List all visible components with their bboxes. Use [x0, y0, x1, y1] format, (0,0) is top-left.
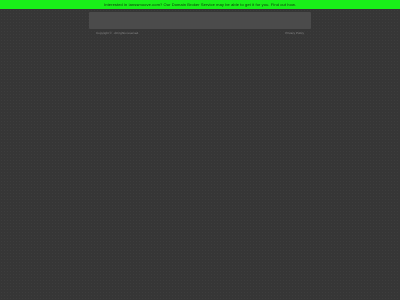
privacy-policy-link[interactable]: Privacy Policy: [285, 31, 304, 35]
copyright-text: Copyright © . All rights reserved.: [96, 31, 140, 35]
domain-broker-banner[interactable]: Interested in ianssmoove.com? Our Domain…: [0, 0, 400, 9]
domain-broker-banner-text[interactable]: Interested in ianssmoove.com? Our Domain…: [104, 2, 296, 7]
footer: Copyright © . All rights reserved. Priva…: [96, 31, 304, 36]
search-panel: [89, 12, 311, 29]
